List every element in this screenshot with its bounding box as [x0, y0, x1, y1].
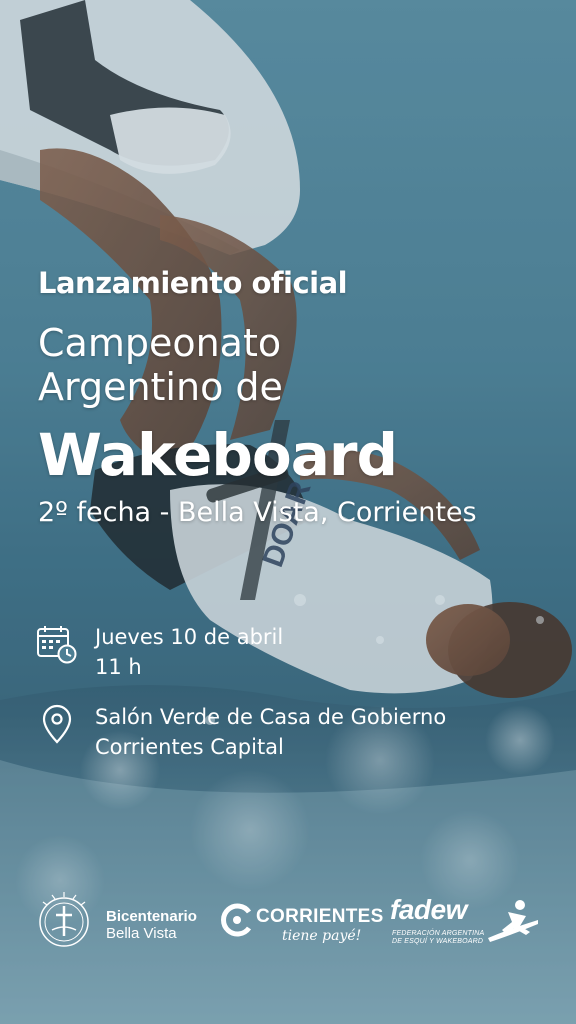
subtitle: 2º fecha - Bella Vista, Corrientes: [38, 497, 477, 528]
event-date-row: Jueves 10 de abril 11 h: [36, 622, 556, 692]
bicentenario-line-1: Bicentenario: [106, 908, 197, 925]
corrientes-swirl-icon: [221, 903, 252, 937]
corrientes-logo: CORRIENTES tiene payé!: [220, 900, 383, 950]
event-time: 11 h: [95, 655, 142, 679]
title-line-2: Argentino de: [38, 365, 283, 409]
sponsor-logos: Bicentenario Bella Vista CORRIENTES tien…: [0, 880, 576, 970]
fadew-subtitle-line-2: DE ESQUÍ Y WAKEBOARD: [392, 938, 484, 945]
bicentenario-seal-icon: [39, 892, 89, 947]
fadew-subtitle: FEDERACIÓN ARGENTINA DE ESQUÍ Y WAKEBOAR…: [392, 930, 484, 946]
event-venue: Salón Verde de Casa de Gobierno: [95, 705, 447, 729]
location-pin-icon: [42, 704, 72, 744]
event-date: Jueves 10 de abril: [95, 625, 284, 649]
title-main: Wakeboard: [38, 421, 398, 489]
calendar-clock-icon: [37, 626, 77, 664]
event-poster: DOAR Lanzamiento oficial Campeonato Arge…: [0, 0, 576, 1024]
event-city: Corrientes Capital: [95, 735, 284, 759]
corrientes-tagline: tiene payé!: [282, 928, 362, 944]
corrientes-wordmark: CORRIENTES: [256, 906, 384, 927]
kicker-label: Lanzamiento oficial: [38, 266, 348, 300]
wakeboard-rider-icon: [488, 900, 538, 942]
fadew-subtitle-line-1: FEDERACIÓN ARGENTINA: [392, 930, 485, 937]
title-line-1: Campeonato: [38, 321, 282, 365]
bicentenario-logo: Bicentenario Bella Vista: [34, 890, 214, 950]
fadew-wordmark: fadew: [390, 894, 467, 925]
event-place-row: Salón Verde de Casa de Gobierno Corrient…: [36, 702, 576, 772]
fadew-logo: fadew FEDERACIÓN ARGENTINA DE ESQUÍ Y WA…: [390, 894, 550, 954]
bicentenario-line-2: Bella Vista: [106, 925, 177, 942]
